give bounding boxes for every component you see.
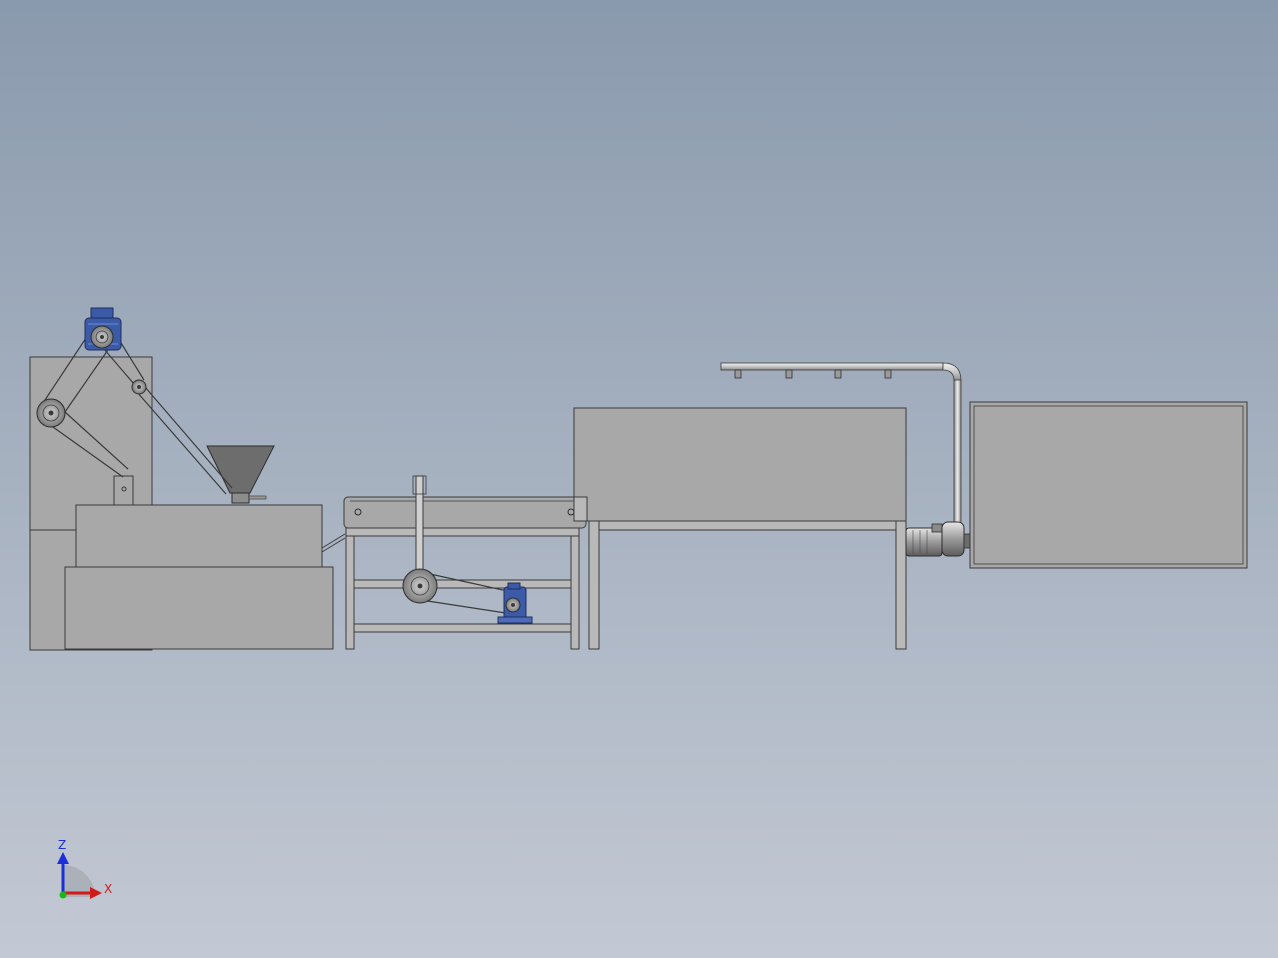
conveyor-drive-pulley[interactable]	[402, 568, 438, 604]
orientation-triad[interactable]: Z X	[57, 838, 112, 899]
z-axis-label: Z	[58, 838, 66, 852]
extruder-motor[interactable]	[84, 307, 122, 351]
conveyor-motor[interactable]	[497, 582, 533, 624]
assembly-drawing: Z X	[29, 307, 1248, 899]
tension-rod	[415, 475, 424, 575]
riser-pipe[interactable]	[953, 379, 962, 529]
cooling-tank-station[interactable]	[573, 407, 907, 650]
blower-motor[interactable]	[905, 521, 971, 557]
idler-pulley[interactable]	[131, 379, 147, 395]
dryer-cabinet[interactable]	[969, 401, 1248, 569]
conveyor-belt[interactable]	[343, 496, 587, 529]
main-pulley[interactable]	[36, 398, 66, 428]
conveyor-frame	[345, 527, 580, 650]
cooling-tank[interactable]	[573, 407, 907, 522]
x-axis-label: X	[104, 882, 112, 896]
spray-manifold[interactable]	[720, 362, 944, 371]
pipe-elbow	[942, 362, 962, 382]
extruder-barrel-housing[interactable]	[75, 504, 323, 568]
extruder-base[interactable]	[64, 566, 334, 650]
cad-viewport[interactable]: Z X	[0, 0, 1278, 958]
feed-hopper[interactable]	[206, 445, 275, 494]
spray-nozzles	[734, 369, 892, 379]
extruder-station[interactable]	[29, 307, 346, 651]
y-axis-origin	[59, 891, 67, 899]
conveyor-station[interactable]	[343, 475, 587, 650]
